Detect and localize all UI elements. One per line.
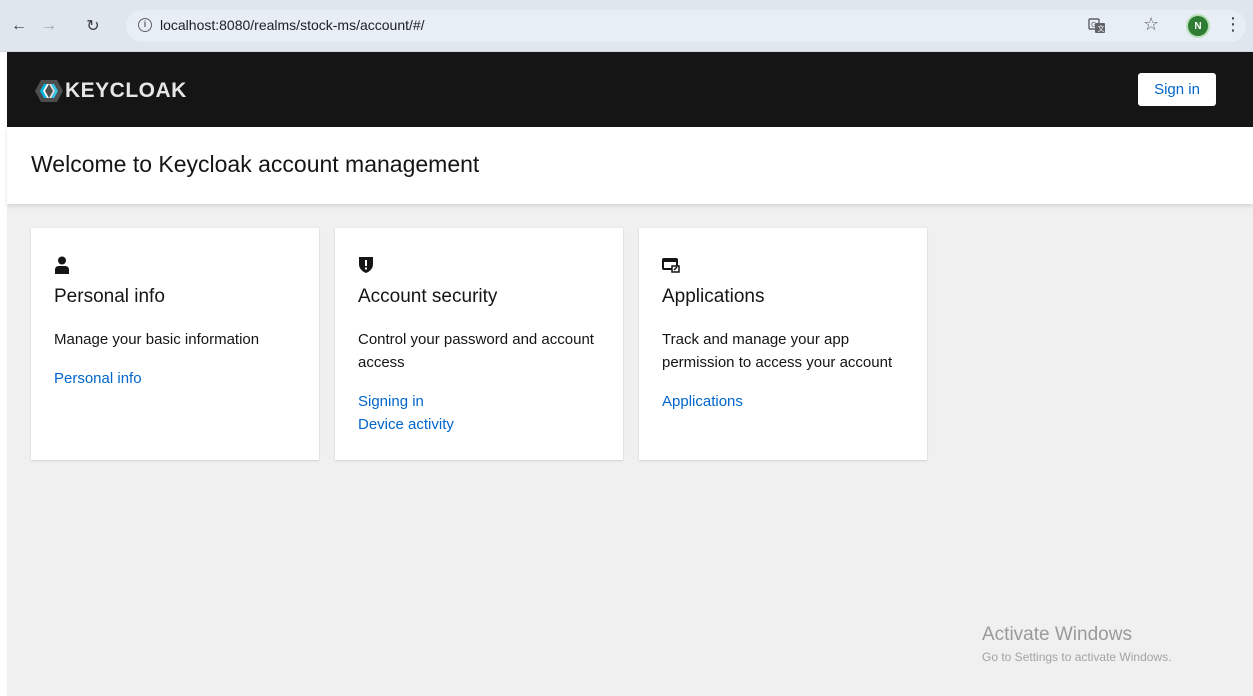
- browser-toolbar: ← → ↻ i localhost:8080/realms/stock-ms/a…: [0, 0, 1253, 52]
- page-title: Welcome to Keycloak account management: [31, 151, 480, 177]
- bookmark-star-icon[interactable]: ☆: [1143, 14, 1159, 35]
- card-personal-info: Personal info Manage your basic informat…: [31, 228, 319, 460]
- card-title: Applications: [662, 286, 765, 307]
- menu-kebab-icon[interactable]: ⋮: [1224, 14, 1242, 35]
- applications-icon: [662, 256, 680, 274]
- applications-link[interactable]: Applications: [662, 393, 743, 410]
- back-button[interactable]: ←: [6, 13, 32, 39]
- keycloak-logo-icon: [35, 80, 71, 102]
- page-edge: [0, 52, 7, 696]
- brand-name: KEYCLOAK: [65, 79, 187, 102]
- reload-icon: ↻: [86, 18, 100, 35]
- info-icon[interactable]: i: [138, 18, 152, 32]
- profile-avatar[interactable]: N: [1188, 16, 1208, 36]
- page-title-section: Welcome to Keycloak account management: [7, 127, 1253, 204]
- card-description: Control your password and account access: [358, 331, 594, 371]
- forward-button[interactable]: →: [36, 13, 62, 39]
- card-title: Account security: [358, 286, 498, 307]
- svg-text:文: 文: [1098, 24, 1105, 33]
- arrow-left-icon: ←: [11, 17, 27, 34]
- keycloak-logo[interactable]: KEYCLOAK: [35, 79, 187, 102]
- activate-windows-title: Activate Windows: [982, 624, 1132, 645]
- device-activity-link[interactable]: Device activity: [358, 416, 454, 433]
- card-applications: Applications Track and manage your app p…: [639, 228, 927, 460]
- translate-icon[interactable]: G 文: [1088, 17, 1106, 35]
- card-description: Manage your basic information: [54, 331, 260, 348]
- card-account-security: Account security Control your password a…: [335, 228, 623, 460]
- shield-icon: [358, 256, 374, 274]
- svg-text:G: G: [1091, 21, 1096, 29]
- reload-button[interactable]: ↻: [80, 13, 106, 39]
- address-bar[interactable]: i localhost:8080/realms/stock-ms/account…: [126, 10, 1246, 42]
- card-description: Track and manage your app permission to …: [662, 331, 893, 371]
- personal-info-link[interactable]: Personal info: [54, 370, 142, 387]
- sign-in-button[interactable]: Sign in: [1138, 73, 1216, 106]
- activate-windows-subtitle: Go to Settings to activate Windows.: [982, 650, 1172, 664]
- arrow-right-icon: →: [41, 17, 57, 34]
- keycloak-header: KEYCLOAK Sign in: [7, 52, 1253, 127]
- url-text[interactable]: localhost:8080/realms/stock-ms/account/#…: [160, 17, 425, 33]
- signing-in-link[interactable]: Signing in: [358, 393, 424, 410]
- card-title: Personal info: [54, 286, 165, 307]
- user-icon: [54, 256, 70, 274]
